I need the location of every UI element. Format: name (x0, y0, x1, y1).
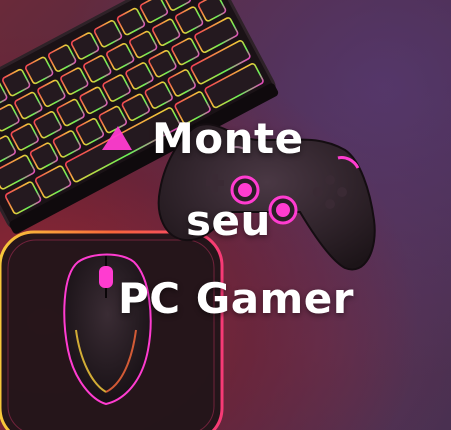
headline-line-3: PC Gamer (118, 274, 355, 323)
headline: Monte seu PC Gamer (0, 0, 451, 430)
headline-line-1: Monte (152, 114, 304, 163)
pc-gamer-banner: Monte seu PC Gamer (0, 0, 451, 430)
headline-line-2: seu (186, 196, 271, 245)
